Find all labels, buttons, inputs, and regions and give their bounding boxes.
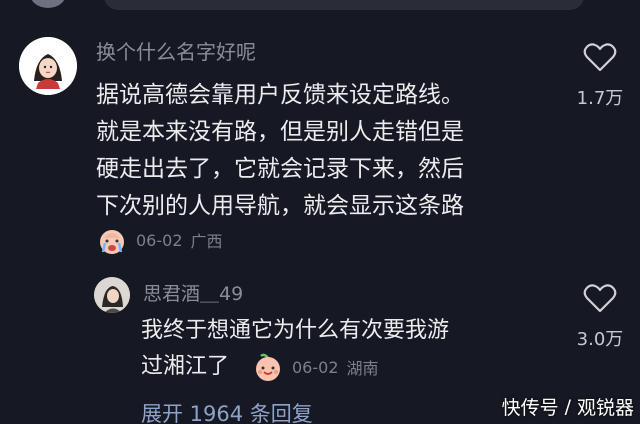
heart-icon: [583, 43, 617, 72]
like-count: 3.0万: [576, 329, 624, 350]
comment-line: 就是本来没有路，但是别人走错但是: [96, 119, 464, 145]
watermark-right: 观锐器: [576, 397, 634, 419]
comment-meta: 06-02 广西: [96, 224, 223, 256]
comment-text[interactable]: 据说高德会靠用户反馈来设定路线。 就是本来没有路，但是别人走错但是 硬走出去了，…: [96, 77, 566, 225]
comment-date: 06-02: [136, 230, 183, 250]
previous-comment-avatar[interactable]: [30, 0, 66, 8]
comment-line: 下次别的人用导航，就会显示这条路: [96, 193, 464, 219]
reply-region: 湖南: [346, 359, 379, 378]
comment-line: 硬走出去了，它就会记录下来，然后: [96, 156, 464, 182]
watermark: 快传号 / 观锐器: [502, 393, 634, 420]
reply-meta: 06-02 湖南: [252, 351, 379, 383]
reply-date: 06-02: [292, 357, 339, 377]
previous-comment-bubble: [104, 0, 584, 10]
comment-line: 我终于想通它为什么有次要我游: [141, 318, 450, 343]
user-avatar-icon: [19, 37, 77, 95]
watermark-separator: /: [564, 395, 571, 418]
comment-line: 据说高德会靠用户反馈来设定路线。: [96, 82, 464, 108]
like-count: 1.7万: [576, 88, 624, 109]
user-avatar-icon: [94, 277, 130, 313]
heart-icon: [583, 284, 617, 313]
reply-username[interactable]: 思君酒＿49: [143, 279, 243, 306]
crying-face-icon: [96, 224, 128, 256]
comment-username[interactable]: 换个什么名字好呢: [96, 36, 256, 65]
expand-replies-link[interactable]: 展开 1964 条回复: [141, 398, 313, 424]
avatar[interactable]: [94, 277, 130, 313]
like-button[interactable]: 1.7万: [572, 42, 628, 110]
avatar[interactable]: [19, 37, 77, 95]
watermark-left: 快传号: [501, 397, 559, 419]
like-button[interactable]: 3.0万: [572, 283, 628, 351]
comment-region: 广西: [190, 232, 223, 251]
smiling-peach-face-icon: [252, 351, 284, 383]
